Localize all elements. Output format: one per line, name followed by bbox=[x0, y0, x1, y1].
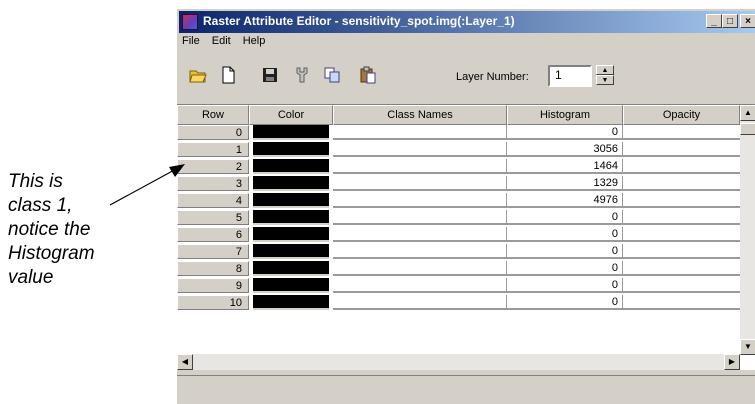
row-number-cell[interactable]: 7 bbox=[177, 244, 249, 259]
row-number-cell[interactable]: 6 bbox=[177, 227, 249, 242]
row-number-cell[interactable]: 4 bbox=[177, 193, 249, 208]
opacity-cell[interactable] bbox=[623, 125, 740, 140]
color-swatch-cell[interactable] bbox=[253, 210, 329, 225]
toolbar: Layer Number: 1 ▲ ▼ bbox=[181, 59, 746, 91]
annotation-line: class 1, bbox=[8, 195, 73, 216]
histogram-cell[interactable]: 0 bbox=[507, 244, 623, 259]
histogram-cell[interactable]: 0 bbox=[507, 278, 623, 293]
scroll-thumb[interactable] bbox=[740, 123, 755, 135]
histogram-cell[interactable]: 1464 bbox=[507, 159, 623, 174]
histogram-cell[interactable]: 1329 bbox=[507, 176, 623, 191]
title-bar[interactable]: Raster Attribute Editor - sensitivity_sp… bbox=[179, 11, 755, 33]
class-name-cell[interactable] bbox=[333, 295, 507, 310]
layer-number-input[interactable]: 1 bbox=[548, 65, 592, 87]
row-number-cell[interactable]: 0 bbox=[177, 125, 249, 140]
color-swatch-cell[interactable] bbox=[253, 142, 329, 157]
class-name-cell[interactable] bbox=[333, 244, 507, 259]
app-icon bbox=[182, 14, 198, 30]
attribute-table: Row Color Class Names Histogram Opacity … bbox=[177, 104, 755, 370]
row-number-cell[interactable]: 10 bbox=[177, 295, 249, 310]
menu-bar: File Edit Help bbox=[181, 35, 266, 53]
horizontal-scrollbar[interactable]: ◀ ▶ bbox=[177, 354, 740, 370]
scroll-left-icon[interactable]: ◀ bbox=[177, 354, 193, 370]
histogram-cell[interactable]: 0 bbox=[507, 227, 623, 242]
opacity-cell[interactable] bbox=[623, 278, 740, 293]
class-name-cell[interactable] bbox=[333, 210, 507, 225]
class-name-cell[interactable] bbox=[333, 125, 507, 140]
close-button[interactable]: × bbox=[740, 14, 755, 28]
column-header-row[interactable]: Row bbox=[177, 105, 249, 125]
opacity-cell[interactable] bbox=[623, 176, 740, 191]
opacity-cell[interactable] bbox=[623, 159, 740, 174]
annotation-text: This is class 1, notice the Histogram va… bbox=[8, 170, 158, 290]
layer-number-spinner[interactable]: ▲ ▼ bbox=[596, 65, 614, 87]
histogram-cell[interactable]: 0 bbox=[507, 261, 623, 276]
color-swatch-cell[interactable] bbox=[253, 227, 329, 242]
scroll-up-icon[interactable]: ▲ bbox=[740, 105, 755, 121]
histogram-cell[interactable]: 4976 bbox=[507, 193, 623, 208]
row-number-cell[interactable]: 2 bbox=[177, 159, 249, 174]
minimize-button[interactable]: _ bbox=[706, 14, 722, 28]
tool-icon[interactable] bbox=[293, 66, 311, 84]
scroll-right-icon[interactable]: ▶ bbox=[724, 354, 740, 370]
class-name-cell[interactable] bbox=[333, 176, 507, 191]
column-header-opacity[interactable]: Opacity bbox=[623, 105, 740, 125]
color-swatch-cell[interactable] bbox=[253, 176, 329, 191]
row-number-cell[interactable]: 9 bbox=[177, 278, 249, 293]
paste-icon[interactable] bbox=[359, 66, 377, 84]
color-swatch-cell[interactable] bbox=[253, 278, 329, 293]
opacity-cell[interactable] bbox=[623, 210, 740, 225]
class-name-cell[interactable] bbox=[333, 227, 507, 242]
spin-down-icon[interactable]: ▼ bbox=[596, 75, 614, 85]
color-swatch-cell[interactable] bbox=[253, 244, 329, 259]
row-number-cell[interactable]: 5 bbox=[177, 210, 249, 225]
vertical-scrollbar[interactable]: ▲ ▼ bbox=[740, 105, 755, 355]
column-header-histogram[interactable]: Histogram bbox=[507, 105, 623, 125]
raster-attribute-editor-window: Raster Attribute Editor - sensitivity_sp… bbox=[176, 8, 755, 404]
color-swatch-cell[interactable] bbox=[253, 295, 329, 310]
maximize-button[interactable]: □ bbox=[722, 14, 738, 28]
annotation-line: value bbox=[8, 267, 54, 288]
class-name-cell[interactable] bbox=[333, 261, 507, 276]
status-bar bbox=[177, 375, 755, 404]
color-swatch-cell[interactable] bbox=[253, 193, 329, 208]
opacity-cell[interactable] bbox=[623, 244, 740, 259]
color-swatch-cell[interactable] bbox=[253, 261, 329, 276]
row-number-cell[interactable]: 8 bbox=[177, 261, 249, 276]
histogram-cell[interactable]: 0 bbox=[507, 295, 623, 310]
copy-icon[interactable] bbox=[323, 66, 341, 84]
annotation-line: This is bbox=[8, 171, 63, 192]
opacity-cell[interactable] bbox=[623, 261, 740, 276]
scroll-down-icon[interactable]: ▼ bbox=[740, 339, 755, 355]
color-swatch-cell[interactable] bbox=[253, 125, 329, 140]
histogram-cell[interactable]: 0 bbox=[507, 125, 623, 140]
opacity-cell[interactable] bbox=[623, 295, 740, 310]
layer-number-label: Layer Number: bbox=[456, 71, 529, 83]
window-title: Raster Attribute Editor - sensitivity_sp… bbox=[203, 14, 515, 28]
menu-file[interactable]: File bbox=[181, 35, 201, 53]
class-name-cell[interactable] bbox=[333, 159, 507, 174]
color-swatch-cell[interactable] bbox=[253, 159, 329, 174]
new-document-icon[interactable] bbox=[219, 66, 237, 84]
histogram-cell[interactable]: 0 bbox=[507, 210, 623, 225]
annotation-line: Histogram bbox=[8, 243, 95, 264]
class-name-cell[interactable] bbox=[333, 193, 507, 208]
row-number-cell[interactable]: 3 bbox=[177, 176, 249, 191]
class-name-cell[interactable] bbox=[333, 142, 507, 157]
open-folder-icon[interactable] bbox=[189, 66, 207, 84]
menu-help[interactable]: Help bbox=[242, 35, 267, 53]
annotation-line: notice the bbox=[8, 219, 91, 240]
class-name-cell[interactable] bbox=[333, 278, 507, 293]
opacity-cell[interactable] bbox=[623, 142, 740, 157]
opacity-cell[interactable] bbox=[623, 227, 740, 242]
save-disk-icon[interactable] bbox=[261, 66, 279, 84]
row-number-cell[interactable]: 1 bbox=[177, 142, 249, 157]
histogram-cell[interactable]: 3056 bbox=[507, 142, 623, 157]
spin-up-icon[interactable]: ▲ bbox=[596, 65, 614, 75]
opacity-cell[interactable] bbox=[623, 193, 740, 208]
column-header-color[interactable]: Color bbox=[249, 105, 333, 125]
menu-edit[interactable]: Edit bbox=[211, 35, 232, 53]
column-header-class-names[interactable]: Class Names bbox=[333, 105, 507, 125]
